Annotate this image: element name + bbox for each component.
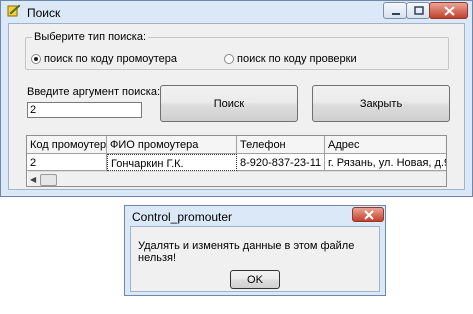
table-cell-phone[interactable]: 8-920-837-23-11 xyxy=(237,154,325,171)
table-cell-address[interactable]: г. Рязань, ул. Новая, д.95 xyxy=(325,154,446,171)
search-type-legend: Выберите тип поиска: xyxy=(32,31,149,43)
radio-search-by-promoter-code[interactable] xyxy=(31,54,41,64)
table-cell-name[interactable]: Гончаркин Г.К. xyxy=(107,154,237,171)
search-button[interactable]: Поиск xyxy=(160,85,298,122)
app-icon xyxy=(7,4,21,18)
search-argument-input[interactable]: 2 xyxy=(27,102,142,118)
column-header-phone[interactable]: Телефон xyxy=(237,136,325,154)
minimize-button[interactable] xyxy=(383,2,407,19)
column-header-code[interactable]: Код промоутера xyxy=(27,136,107,154)
maximize-button[interactable] xyxy=(406,2,430,19)
dialog-close-button[interactable] xyxy=(352,207,384,222)
radio-label-promoter-code[interactable]: поиск по коду промоутера xyxy=(44,53,177,65)
title-bar[interactable]: Поиск xyxy=(1,1,472,23)
close-form-button[interactable]: Закрыть xyxy=(312,85,450,122)
results-grid[interactable]: Код промоутера ФИО промоутера Телефон Ад… xyxy=(26,135,447,187)
scroll-left-icon[interactable]: ◀ xyxy=(30,175,36,184)
argument-label: Введите аргумент поиска: xyxy=(27,86,161,98)
horizontal-scrollbar[interactable]: ◀ xyxy=(28,171,446,186)
column-header-name[interactable]: ФИО промоутера xyxy=(107,136,237,154)
ok-button[interactable]: OK xyxy=(230,270,280,289)
message-dialog: Control_promouter Удалять и изменять дан… xyxy=(124,205,386,296)
radio-label-check-code[interactable]: поиск по коду проверки xyxy=(237,53,357,65)
column-header-address[interactable]: Адрес xyxy=(325,136,446,154)
radio-search-by-check-code[interactable] xyxy=(224,54,234,64)
dialog-message: Удалять и изменять данные в этом файле н… xyxy=(138,240,355,264)
dialog-title: Control_promouter xyxy=(132,210,233,224)
window-title: Поиск xyxy=(27,6,61,20)
scrollbar-thumb[interactable] xyxy=(40,174,57,186)
table-cell-code[interactable]: 2 xyxy=(27,154,107,171)
close-button[interactable] xyxy=(429,2,468,19)
